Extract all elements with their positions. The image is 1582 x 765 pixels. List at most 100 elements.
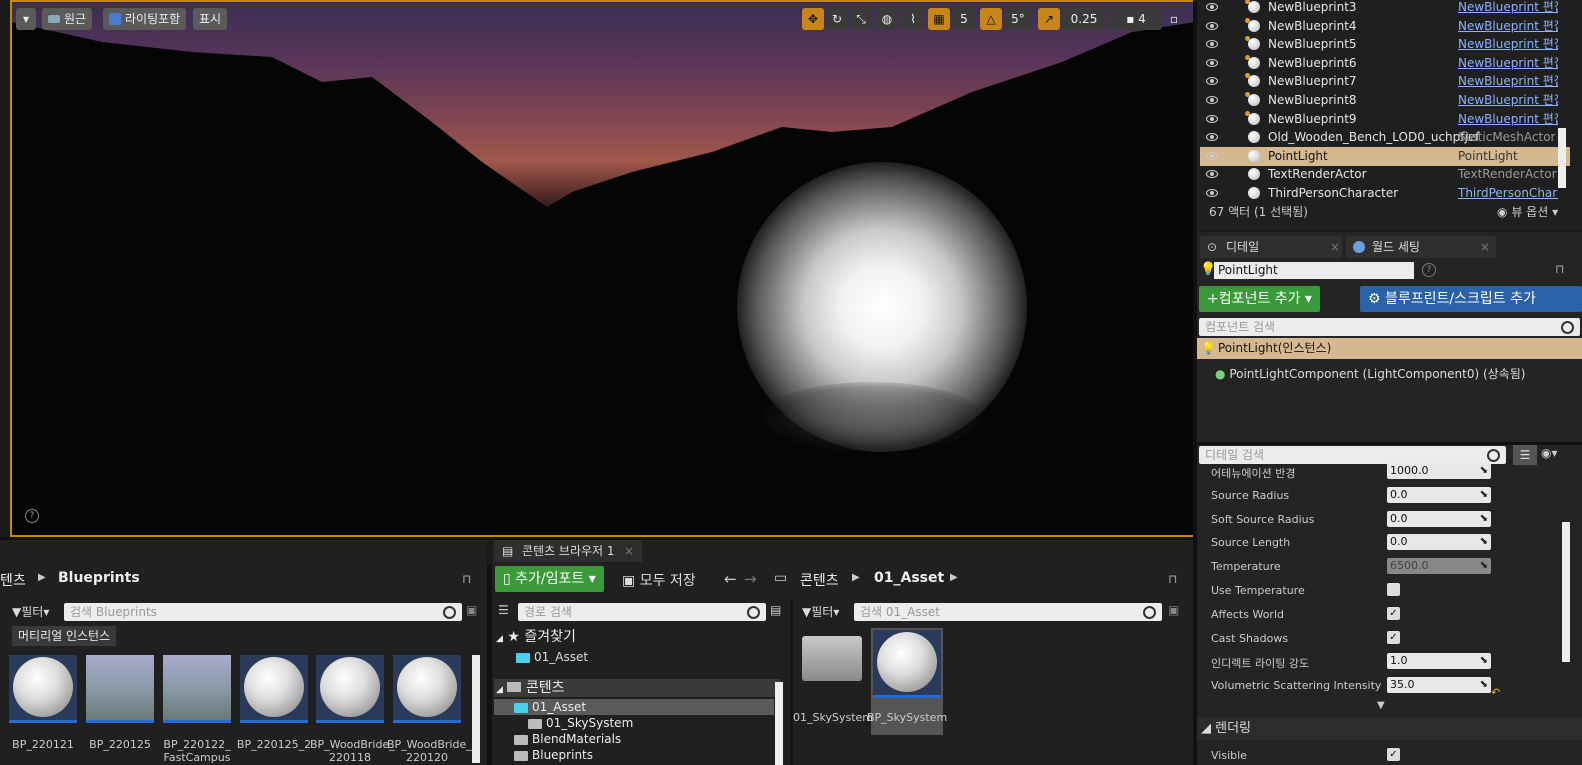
asset-search-input[interactable]: 검색 Blueprints (64, 603, 462, 621)
filter-chip[interactable]: 머티리얼 인스턴스 (12, 626, 117, 646)
visibility-eye-icon[interactable] (1206, 114, 1218, 123)
outliner-row[interactable]: Old_Wooden_Bench_LOD0_uchpfjef StaticMesh… (1200, 128, 1570, 147)
actor-type[interactable]: NewBlueprint 편집 (1458, 17, 1558, 36)
visibility-eye-icon[interactable] (1206, 3, 1218, 11)
visibility-eye-icon[interactable] (1206, 40, 1218, 49)
actor-type[interactable]: NewBlueprint 편집 (1458, 110, 1558, 129)
rotate-icon[interactable]: ↻ (826, 8, 848, 30)
property-value-input[interactable]: 0.0 (1387, 510, 1491, 527)
filter-button[interactable]: ▼필터▾ (12, 603, 49, 620)
detail-search-input[interactable]: 디테일 검색 (1199, 446, 1506, 464)
rendering-section-header[interactable]: ◢ 렌더링 (1197, 717, 1582, 740)
asset-scrollbar[interactable] (472, 655, 480, 763)
folder-icon[interactable] (802, 636, 862, 681)
actor-type[interactable]: ThirdPersonCharacter (1458, 184, 1558, 203)
chevron-right-icon[interactable]: ▶ (950, 572, 958, 583)
perspective-button[interactable]: 원근 (42, 8, 93, 30)
add-component-button[interactable]: +컴포넌트 추가 ▾ (1199, 286, 1320, 312)
reset-to-default-icon[interactable]: ↶ (1491, 686, 1500, 699)
lighting-mode-button[interactable]: 라이팅포함 (103, 8, 187, 30)
save-search-icon[interactable]: ▣ (466, 603, 477, 617)
tab-details[interactable]: ⊙ 디테일 × (1200, 236, 1342, 258)
outliner-scrollbar[interactable] (1558, 128, 1566, 188)
actor-type[interactable]: NewBlueprint 편집 (1458, 54, 1558, 73)
asset-thumb[interactable] (393, 655, 461, 723)
rotation-snap-value[interactable]: 5° (1004, 8, 1032, 30)
actor-type[interactable]: TextRenderActor (1458, 165, 1558, 184)
breadcrumb-root[interactable]: 콘텐츠 (800, 570, 839, 590)
tree-item[interactable]: 01_Asset (532, 700, 586, 714)
lock-icon[interactable]: ⊓ (1555, 262, 1564, 276)
details-scrollbar[interactable] (1562, 522, 1570, 662)
tree-item[interactable]: Blueprints (532, 748, 593, 762)
visibility-eye-icon[interactable] (1206, 58, 1218, 67)
property-value-input[interactable]: 1000.0 (1387, 463, 1491, 479)
visibility-eye-icon[interactable] (1206, 96, 1218, 104)
asset-search-input[interactable]: 검색 01_Asset (854, 603, 1162, 621)
visibility-eye-icon[interactable] (1206, 151, 1218, 160)
save-all-button[interactable]: ▣ 모두 저장 (622, 570, 696, 590)
splitter[interactable] (0, 537, 1197, 540)
folder-open-icon[interactable]: ▭ (774, 570, 787, 586)
add-blueprint-script-button[interactable]: ⚙ 블루프린트/스크립트 추가 (1360, 286, 1582, 312)
actor-type[interactable]: NewBlueprint 편집 (1458, 72, 1558, 91)
show-button[interactable]: 표시 (193, 8, 228, 30)
outliner-row[interactable]: NewBlueprint8 NewBlueprint 편집 (1200, 91, 1570, 110)
visibility-eye-icon[interactable] (1206, 21, 1218, 30)
sources-toggle-icon[interactable]: ☰ (498, 603, 509, 617)
rotation-snap-icon[interactable]: △ (980, 8, 1002, 30)
viewport-menu-button[interactable]: ▾ (16, 8, 36, 30)
outliner-row[interactable]: ThirdPersonCharacter ThirdPersonCharacter (1200, 184, 1570, 203)
visibility-eye-icon[interactable] (1206, 133, 1218, 142)
actor-type[interactable]: NewBlueprint 편집 (1458, 0, 1558, 17)
splitter[interactable] (790, 600, 793, 765)
outliner-row[interactable]: TextRenderActor TextRenderActor (1200, 165, 1570, 184)
close-icon[interactable]: × (624, 540, 634, 562)
maximize-icon[interactable]: ▫ (1166, 8, 1182, 30)
translate-icon[interactable]: ✥ (802, 8, 824, 30)
outliner-row[interactable]: PointLight PointLight (1200, 146, 1570, 166)
component-search-input[interactable]: 컴포넌트 검색 (1199, 318, 1580, 336)
world-local-icon[interactable]: ◍ (876, 8, 898, 30)
lock-icon[interactable]: ⊓ (462, 572, 471, 586)
help-icon[interactable]: ? (25, 509, 39, 523)
path-search-input[interactable]: 경로 검색 (518, 603, 766, 621)
property-checkbox[interactable]: ✓ (1387, 630, 1400, 644)
tree-scrollbar[interactable] (775, 682, 783, 765)
outliner-row[interactable]: NewBlueprint3 NewBlueprint 편집 (1200, 0, 1570, 17)
breadcrumb-root[interactable]: 텐츠 (0, 570, 26, 590)
asset-thumb[interactable] (873, 630, 941, 698)
property-checkbox[interactable] (1387, 583, 1400, 596)
back-icon[interactable]: ← (724, 570, 737, 588)
tree-item[interactable]: BlendMaterials (532, 732, 621, 746)
scale-snap-icon[interactable]: ↗ (1038, 8, 1060, 30)
outliner-row[interactable]: NewBlueprint4 NewBlueprint 편집 (1200, 17, 1570, 36)
outliner-row[interactable]: NewBlueprint9 NewBlueprint 편집 (1200, 110, 1570, 129)
tab-world-settings[interactable]: 월드 세팅 × (1346, 236, 1496, 258)
breadcrumb-folder[interactable]: Blueprints (58, 570, 140, 586)
visible-checkbox[interactable]: ✓ (1387, 748, 1400, 761)
grid-snap-value[interactable]: 5 (952, 8, 976, 30)
asset-thumb[interactable] (163, 655, 231, 723)
component-instance-row[interactable]: 💡 PointLight(인스턴스) (1197, 338, 1582, 359)
breadcrumb-folder[interactable]: 01_Asset (874, 570, 944, 586)
outliner-row[interactable]: NewBlueprint6 NewBlueprint 편집 (1200, 54, 1570, 73)
lock-icon[interactable]: ⊓ (1168, 572, 1177, 586)
outliner-row[interactable]: NewBlueprint5 NewBlueprint 편집 (1200, 35, 1570, 54)
visibility-eye-icon[interactable] (1206, 170, 1218, 179)
property-value-input[interactable]: 6500.0 (1387, 558, 1491, 575)
view-options-button[interactable]: ◉ 뷰 옵션 ▾ (1497, 203, 1558, 220)
settings-list-icon[interactable]: ▤ (770, 603, 781, 617)
forward-icon[interactable]: → (744, 570, 757, 588)
filter-button[interactable]: ▼필터▾ (802, 603, 839, 620)
asset-thumb[interactable] (9, 655, 77, 723)
save-search-icon[interactable]: ▣ (1168, 603, 1179, 617)
favorite-folder[interactable]: 01_Asset (534, 650, 588, 664)
asset-thumb[interactable] (316, 655, 384, 723)
property-value-input[interactable]: 0.0 (1387, 486, 1491, 503)
tree-item[interactable]: 01_SkySystem (546, 716, 633, 730)
surface-snap-icon[interactable]: ⌇ (902, 8, 924, 30)
property-value-input[interactable]: 35.0 (1387, 677, 1491, 694)
camera-speed-button[interactable]: ▪ 4 (1110, 8, 1162, 30)
splitter[interactable] (1193, 0, 1197, 765)
